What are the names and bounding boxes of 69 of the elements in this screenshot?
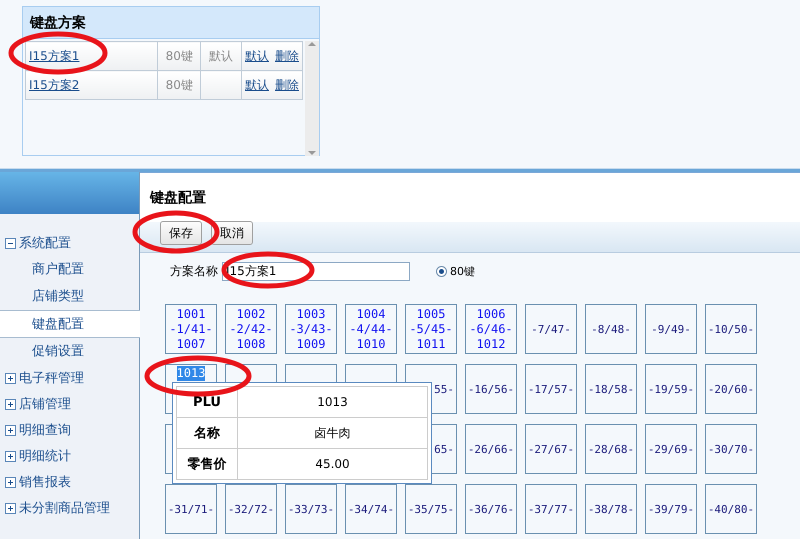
- keyboard-key[interactable]: 1003 -3/43- 1009: [285, 304, 337, 354]
- table-cell: 80键: [158, 42, 201, 70]
- tooltip-label: PLU: [176, 386, 238, 418]
- keyboard-key[interactable]: -28/68-: [585, 424, 637, 474]
- menu-item[interactable]: 系统配置: [19, 234, 71, 252]
- expand-icon[interactable]: [5, 424, 16, 436]
- keyboard-key[interactable]: -40/80-: [705, 484, 757, 534]
- keyboard-key[interactable]: 1005 -5/45- 1011: [405, 304, 457, 354]
- keyboard-key[interactable]: -38/78-: [585, 484, 637, 534]
- keyboard-key[interactable]: -37/77-: [525, 484, 577, 534]
- keyboard-key[interactable]: 1001 -1/41- 1007: [165, 304, 217, 354]
- delete-link[interactable]: 删除: [275, 48, 299, 62]
- field-label: 方案名称: [170, 262, 218, 280]
- tooltip-label: 名称: [176, 418, 238, 448]
- menu-item[interactable]: 未分割商品管理: [19, 499, 110, 517]
- keyboard-key[interactable]: -29/69-: [645, 424, 697, 474]
- keyboard-key[interactable]: -20/60-: [705, 364, 757, 414]
- keyboard-key[interactable]: -17/57-: [525, 364, 577, 414]
- submenu-item[interactable]: 商户配置: [0, 256, 139, 283]
- keyboard-key[interactable]: -26/66-: [465, 424, 517, 474]
- expand-icon[interactable]: [5, 372, 16, 384]
- keyboard-key[interactable]: -7/47-: [525, 304, 577, 354]
- keyboard-key[interactable]: -33/73-: [285, 484, 337, 534]
- keyboard-key[interactable]: -18/58-: [585, 364, 637, 414]
- keyboard-key[interactable]: -19/59-: [645, 364, 697, 414]
- tooltip-value: 45.00: [238, 448, 428, 480]
- submenu-item[interactable]: 键盘配置: [0, 310, 140, 338]
- menu-item[interactable]: 明细查询: [19, 421, 71, 439]
- submenu-item[interactable]: 店铺类型: [0, 283, 139, 310]
- radio-label: 80键: [450, 264, 475, 278]
- keyboard-key[interactable]: -8/48-: [585, 304, 637, 354]
- set-default-link[interactable]: 默认: [245, 48, 269, 62]
- plan-link[interactable]: I15方案2: [29, 78, 80, 92]
- collapse-icon[interactable]: [5, 238, 16, 248]
- expand-icon[interactable]: [5, 398, 16, 410]
- plan-link[interactable]: I15方案1: [29, 48, 80, 62]
- submenu-item[interactable]: 促销设置: [0, 338, 139, 365]
- keyboard-key[interactable]: 1004 -4/44- 1010: [345, 304, 397, 354]
- tooltip-label: 零售价: [176, 448, 238, 480]
- keyboard-key[interactable]: -30/70-: [705, 424, 757, 474]
- menu-item[interactable]: 店铺管理: [19, 395, 71, 413]
- expand-icon[interactable]: [5, 502, 16, 514]
- keyboard-key[interactable]: -10/50-: [705, 304, 757, 354]
- keyboard-key[interactable]: -16/56-: [465, 364, 517, 414]
- keyboard-key[interactable]: -35/75-: [405, 484, 457, 534]
- set-default-link[interactable]: 默认: [245, 78, 269, 92]
- menu-item[interactable]: 明细统计: [19, 447, 71, 465]
- menu-item[interactable]: 电子秤管理: [19, 369, 84, 387]
- keyboard-key[interactable]: -31/71-: [165, 484, 217, 534]
- keyboard-key[interactable]: 1002 -2/42- 1008: [225, 304, 277, 354]
- tooltip-value: 卤牛肉: [238, 418, 428, 448]
- expand-icon[interactable]: [5, 450, 16, 462]
- table-cell: 80键: [158, 70, 201, 100]
- keyboard-key[interactable]: -32/72-: [225, 484, 277, 534]
- delete-link[interactable]: 删除: [275, 78, 299, 92]
- keyboard-key[interactable]: -39/79-: [645, 484, 697, 534]
- keyboard-key[interactable]: -9/49-: [645, 304, 697, 354]
- radio-button[interactable]: [436, 266, 447, 276]
- save-button[interactable]: 保存: [160, 221, 202, 245]
- expand-icon[interactable]: [5, 476, 16, 488]
- keyboard-key[interactable]: -34/74-: [345, 484, 397, 534]
- page-title: 键盘配置: [150, 188, 206, 206]
- keyboard-key[interactable]: -27/67-: [525, 424, 577, 474]
- keyboard-key[interactable]: 1006 -6/46- 1012: [465, 304, 517, 354]
- menu-item[interactable]: 销售报表: [19, 473, 71, 491]
- keyboard-key[interactable]: -36/76-: [465, 484, 517, 534]
- default-label: 默认: [209, 48, 234, 62]
- panel-title: 键盘方案: [30, 14, 86, 32]
- tooltip-value: 1013: [238, 386, 428, 418]
